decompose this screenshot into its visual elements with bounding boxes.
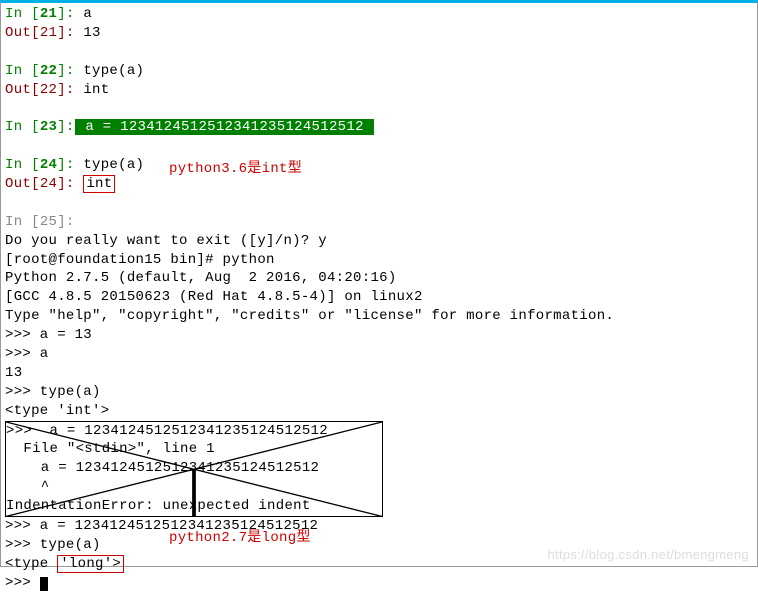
ipython-out-22: Out[22]: int — [5, 81, 753, 100]
ipython-in-21: In [21]: a — [5, 5, 753, 24]
ipython-in-22: In [22]: type(a) — [5, 62, 753, 81]
repl-line: >>> a — [5, 345, 753, 364]
ipython-in-23: In [23]: a = 123412451251234123512​45125… — [5, 118, 753, 137]
boxed-long: 'long'> — [57, 555, 124, 573]
ipython-out-21: Out[21]: 13 — [5, 24, 753, 43]
ipython-out-24: Out[24]: int — [5, 175, 753, 194]
repl-line: 13 — [5, 364, 753, 383]
in-label: In — [5, 6, 31, 22]
repl-line: >>> type(a) — [5, 383, 753, 402]
repl-line: >>> a = 13 — [5, 326, 753, 345]
gcc-line: [GCC 4.8.5 20150623 (Red Hat 4.8.5-4)] o… — [5, 288, 753, 307]
out-label: Out — [5, 25, 31, 41]
repl-line: <type 'int'> — [5, 402, 753, 421]
annotation-py27: python2.7是long型 — [169, 529, 311, 548]
annotation-py36: python3.6是int型 — [169, 160, 302, 179]
cursor-icon — [40, 577, 48, 591]
boxed-int: int — [83, 175, 115, 193]
help-line: Type "help", "copyright", "credits" or "… — [5, 307, 753, 326]
ipython-in-25: In [25]: — [5, 213, 753, 232]
ipython-in-24: In [24]: type(a) — [5, 156, 753, 175]
python-version: Python 2.7.5 (default, Aug 2 2016, 04:20… — [5, 269, 753, 288]
highlighted-code: a = 123412451251234123512​4512512 — [75, 119, 375, 135]
repl-line: >>> a = 123412451251234123512​4512512 — [5, 517, 753, 536]
shell-prompt: [root@foundation15 bin]# python — [5, 251, 753, 270]
crossed-block: >>> a = 123412451251234123512​4512512 Fi… — [5, 421, 383, 517]
watermark: https://blog.csdn.net/bmengmeng — [547, 546, 749, 564]
repl-prompt-cursor[interactable]: >>> — [5, 574, 753, 593]
exit-prompt: Do you really want to exit ([y]/n)? y — [5, 232, 753, 251]
